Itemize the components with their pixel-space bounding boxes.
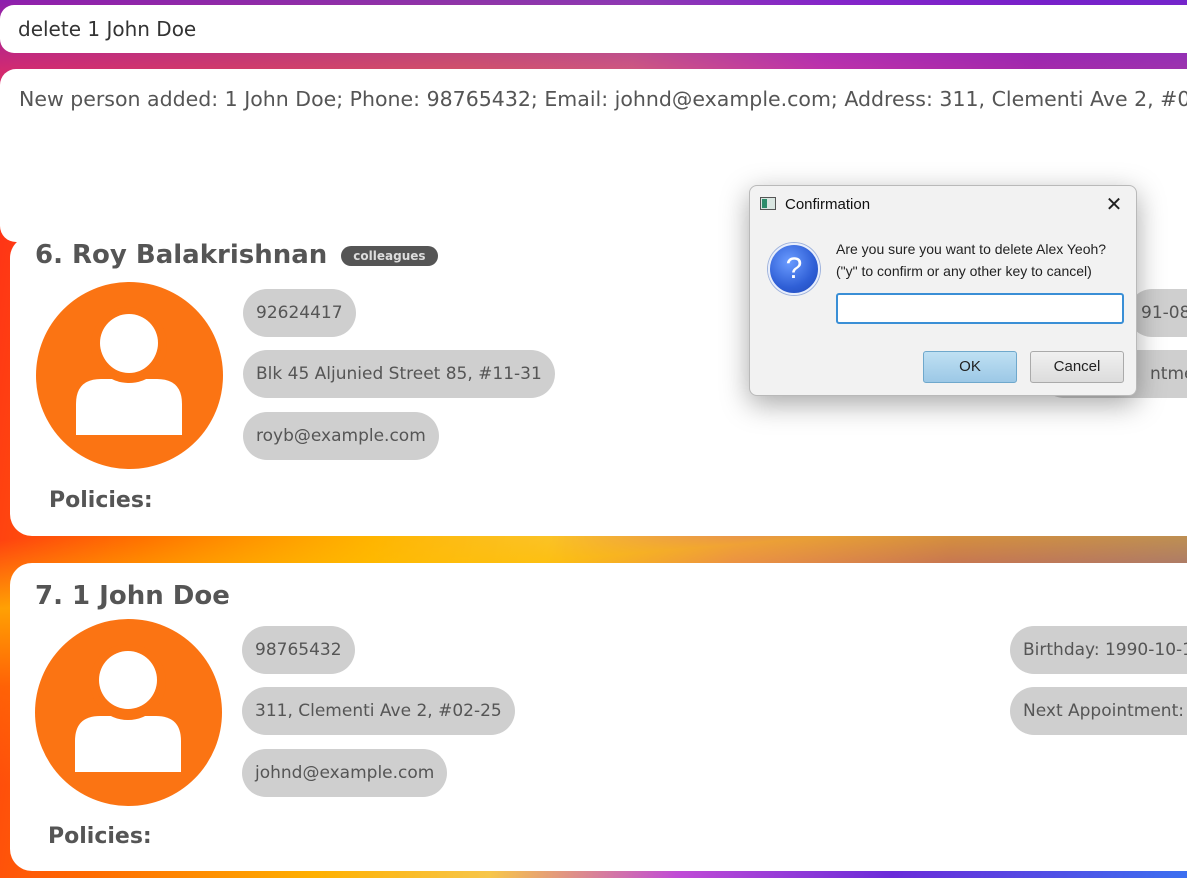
address-pill: 311, Clementi Ave 2, #02-25 [242, 687, 515, 735]
close-icon[interactable]: ✕ [1102, 192, 1126, 217]
person-name-text: 6. Roy Balakrishnan [35, 240, 328, 270]
confirmation-input[interactable] [836, 293, 1124, 324]
confirmation-dialog[interactable]: Confirmation ✕ ? Are you sure you want t… [749, 185, 1137, 396]
phone-pill: 98765432 [242, 626, 355, 674]
person-name: 7. 1 John Doe [35, 581, 230, 611]
email-pill: johnd@example.com [242, 749, 448, 797]
avatar [35, 619, 222, 806]
policies-label: Policies: [49, 488, 153, 513]
dialog-title: Confirmation [785, 196, 871, 213]
phone-pill: 92624417 [243, 289, 356, 337]
ok-button[interactable]: OK [923, 351, 1017, 383]
tag-badge: colleagues [341, 245, 438, 266]
window-icon [760, 197, 776, 210]
question-icon: ? [768, 243, 820, 295]
policies-label: Policies: [48, 824, 152, 849]
command-input[interactable]: delete 1 John Doe [0, 5, 1187, 53]
person-name: 6. Roy Balakrishnan colleagues [35, 240, 438, 270]
cancel-button[interactable]: Cancel [1030, 351, 1124, 383]
person-icon [75, 644, 181, 772]
dialog-message: Are you sure you want to delete Alex Yeo… [836, 238, 1106, 282]
person-card[interactable]: 7. 1 John Doe 98765432 311, Clementi Ave… [10, 563, 1187, 871]
dialog-message-line2: ("y" to confirm or any other key to canc… [836, 263, 1092, 279]
email-pill: royb@example.com [243, 412, 439, 460]
avatar [36, 282, 223, 469]
address-pill: Blk 45 Aljunied Street 85, #11-31 [243, 350, 555, 398]
appointment-pill: Next Appointment: 2( [1010, 687, 1187, 735]
dialog-message-line1: Are you sure you want to delete Alex Yeo… [836, 241, 1107, 257]
person-icon [76, 307, 182, 435]
birthday-pill: Birthday: 1990-10-10 [1010, 626, 1187, 674]
